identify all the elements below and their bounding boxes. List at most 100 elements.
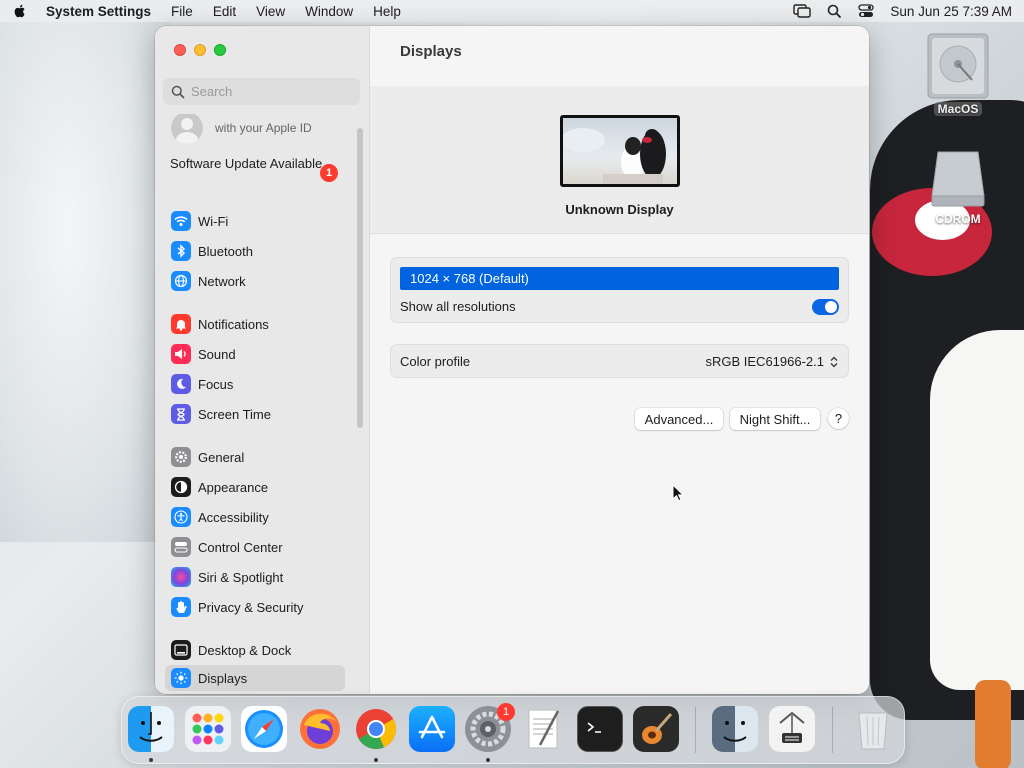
sidebar-item-bluetooth[interactable]: Bluetooth <box>169 238 345 264</box>
resolution-group: 1024 × 768 (Default) Show all resolution… <box>390 257 849 323</box>
sidebar-item-wifi[interactable]: Wi-Fi <box>169 208 345 234</box>
dock-safari[interactable] <box>241 706 287 752</box>
apple-id-row[interactable]: with your Apple ID <box>171 114 312 144</box>
dock-finder[interactable] <box>128 706 174 752</box>
menu-window[interactable]: Window <box>305 4 353 19</box>
dock-icon <box>171 640 191 660</box>
sidebar-item-appearance[interactable]: Appearance <box>169 474 345 500</box>
dock-preview[interactable] <box>769 706 815 752</box>
finder-icon <box>139 712 163 742</box>
sidebar-item-accessibility[interactable]: Accessibility <box>169 504 345 530</box>
menu-view[interactable]: View <box>256 4 285 19</box>
dock-running-indicator <box>486 758 490 762</box>
sidebar-item-desktop-dock[interactable]: Desktop & Dock <box>169 637 345 663</box>
siri-icon <box>171 567 191 587</box>
software-update-item[interactable]: Software Update Available <box>170 156 340 172</box>
sidebar-item-notifications[interactable]: Notifications <box>169 311 345 337</box>
dock-firefox[interactable] <box>297 706 343 752</box>
dock-settings-badge: 1 <box>497 703 515 721</box>
display-thumbnail[interactable] <box>560 115 680 187</box>
night-shift-button-label: Night Shift... <box>739 411 811 427</box>
page-title: Displays <box>400 43 462 60</box>
sidebar-item-label: Bluetooth <box>198 243 253 259</box>
trash-icon <box>858 712 888 750</box>
dock-garageband[interactable] <box>633 706 679 752</box>
dock: 1 <box>121 696 905 764</box>
software-update-label: Software Update Available <box>170 156 323 171</box>
window-controls <box>174 44 226 56</box>
optical-drive-icon <box>931 151 985 207</box>
dock-running-indicator <box>374 758 378 762</box>
dock-trash[interactable] <box>850 706 896 752</box>
dock-folder[interactable] <box>712 706 758 752</box>
sidebar-item-label: Network <box>198 273 246 289</box>
dock-separator <box>832 707 833 753</box>
advanced-button-label: Advanced... <box>644 411 714 427</box>
show-all-resolutions-toggle[interactable] <box>812 299 839 315</box>
desktop-disk-cdrom[interactable]: CDROM <box>918 148 998 226</box>
apple-logo-icon[interactable] <box>12 3 28 19</box>
dock-launchpad[interactable] <box>185 706 231 752</box>
avatar <box>171 114 203 144</box>
sidebar-item-label: Notifications <box>198 316 269 332</box>
menu-help[interactable]: Help <box>373 4 401 19</box>
resolution-option-selected[interactable]: 1024 × 768 (Default) <box>400 267 839 290</box>
dock-separator <box>695 707 696 753</box>
person-icon <box>176 118 198 144</box>
dock-terminal[interactable] <box>577 706 623 752</box>
finder-folder-icon <box>723 721 747 742</box>
desktop-disk-label: CDROM <box>935 212 981 226</box>
desktop-disk-macos[interactable]: MacOS <box>918 32 998 116</box>
screen-mirroring-icon[interactable] <box>793 4 812 18</box>
dock-app-store[interactable] <box>409 706 455 752</box>
sun-icon <box>171 668 191 688</box>
sidebar-item-label: General <box>198 449 245 465</box>
show-all-resolutions-label: Show all resolutions <box>400 299 516 314</box>
sidebar-item-control-center[interactable]: Control Center <box>169 534 345 560</box>
night-shift-button[interactable]: Night Shift... <box>730 408 820 430</box>
help-button-label: ? <box>834 411 843 426</box>
resolution-label: 1024 × 768 (Default) <box>410 271 529 286</box>
sidebar-item-label: Siri & Spotlight <box>198 569 284 585</box>
system-settings-window: with your Apple ID Software Update Avail… <box>155 26 869 694</box>
sidebar-item-general[interactable]: General <box>169 444 345 470</box>
sidebar-item-screen-time[interactable]: Screen Time <box>169 401 345 427</box>
color-profile-popup[interactable]: sRGB IEC61966-2.1 <box>705 354 838 369</box>
help-button[interactable]: ? <box>828 408 849 429</box>
safari-compass-icon <box>245 710 283 748</box>
sidebar-item-displays[interactable]: Displays <box>165 665 345 691</box>
sidebar-item-label: Displays <box>198 670 248 686</box>
preview-icon <box>779 711 805 743</box>
color-profile-label: Color profile <box>400 354 471 369</box>
close-button[interactable] <box>174 44 186 56</box>
sidebar-item-focus[interactable]: Focus <box>169 371 345 397</box>
sidebar-item-sound[interactable]: Sound <box>169 341 345 367</box>
guitar-icon <box>642 713 673 744</box>
zoom-button[interactable] <box>214 44 226 56</box>
globe-icon <box>171 271 191 291</box>
speaker-icon <box>171 344 191 364</box>
accessibility-icon <box>171 507 191 527</box>
advanced-button[interactable]: Advanced... <box>635 408 723 430</box>
wallpaper-snow <box>0 22 170 542</box>
sidebar-item-network[interactable]: Network <box>169 268 345 294</box>
menubar-clock[interactable]: Sun Jun 25 7:39 AM <box>890 4 1012 19</box>
search-field[interactable] <box>163 78 360 105</box>
spotlight-search-icon[interactable] <box>827 4 842 19</box>
dock-textedit[interactable] <box>521 706 567 752</box>
minimize-button[interactable] <box>194 44 206 56</box>
menu-edit[interactable]: Edit <box>213 4 236 19</box>
sidebar-scrollbar[interactable] <box>357 128 363 428</box>
menu-file[interactable]: File <box>171 4 193 19</box>
menu-app-name[interactable]: System Settings <box>46 4 151 19</box>
dock-chrome[interactable] <box>353 706 399 752</box>
software-update-badge: 1 <box>320 164 338 182</box>
bluetooth-icon <box>171 241 191 261</box>
control-center-menu-icon[interactable] <box>858 4 875 18</box>
displays-pane: Displays Unknown Display 1024 × 768 (Def… <box>370 26 869 694</box>
hand-icon <box>171 597 191 617</box>
sidebar-item-label: Screen Time <box>198 406 271 422</box>
sidebar-item-siri-spotlight[interactable]: Siri & Spotlight <box>169 564 345 590</box>
sidebar-item-privacy-security[interactable]: Privacy & Security <box>169 594 345 620</box>
search-input[interactable] <box>191 84 351 99</box>
